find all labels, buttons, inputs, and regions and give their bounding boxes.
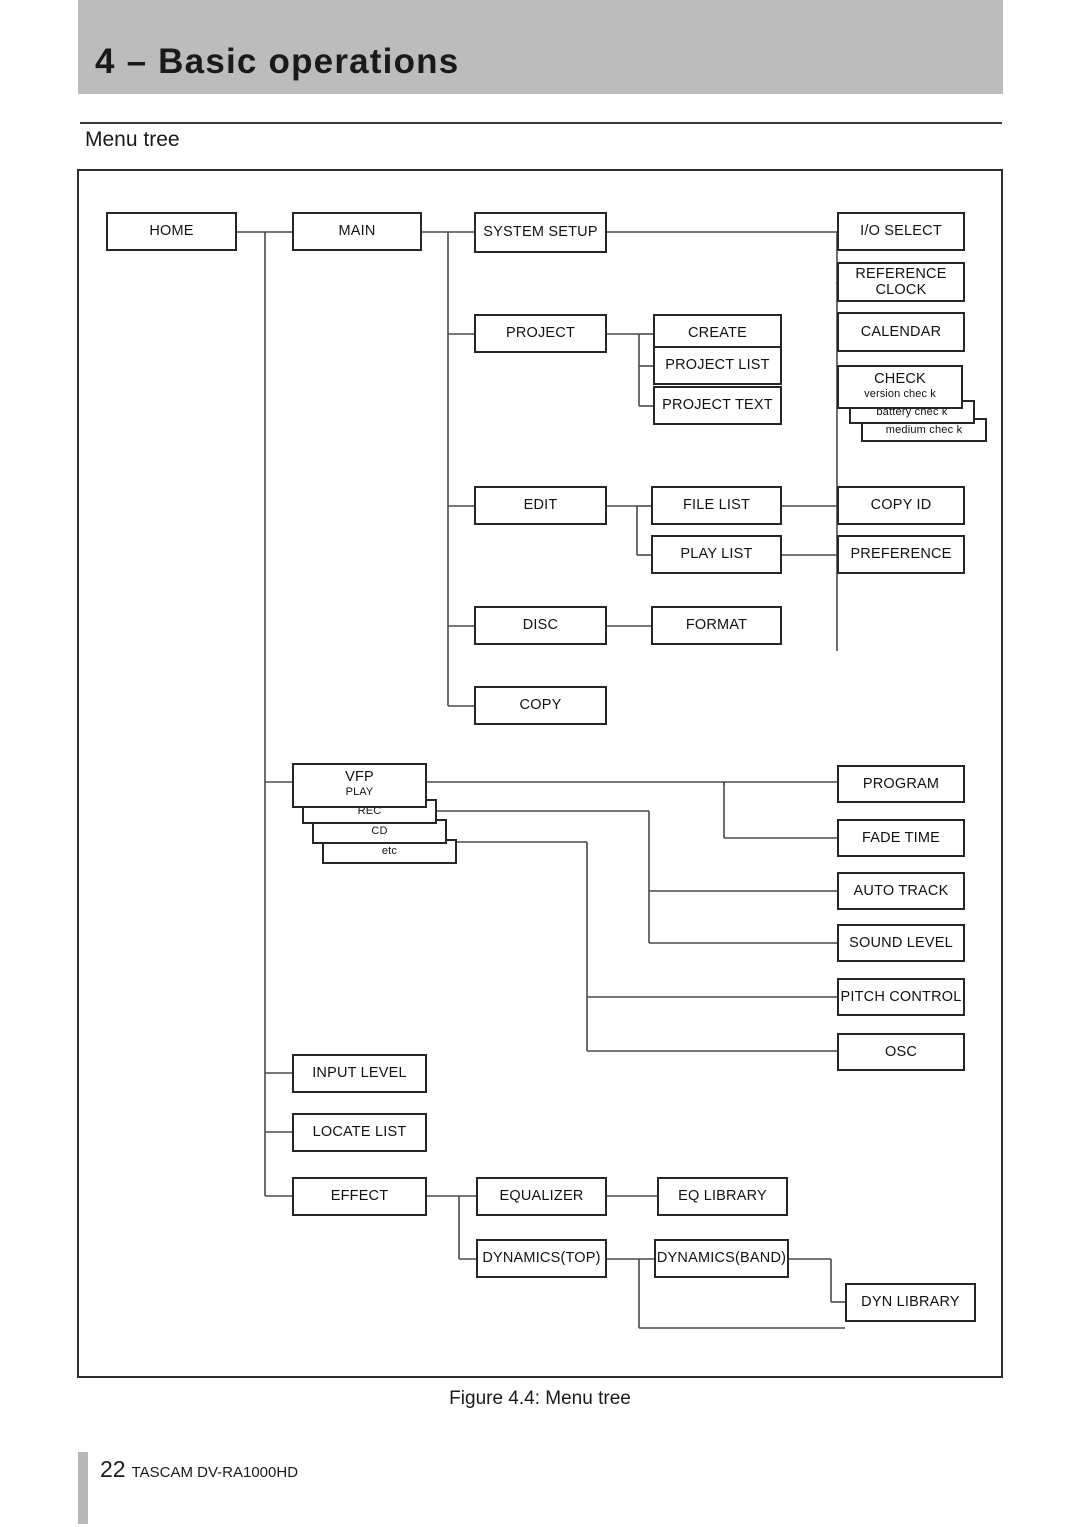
node-osc[interactable]: OSC xyxy=(837,1033,965,1071)
node-calendar[interactable]: CALENDAR xyxy=(837,312,965,352)
section-divider-rule xyxy=(80,122,1002,124)
section-heading: Menu tree xyxy=(85,128,180,151)
node-format[interactable]: FORMAT xyxy=(651,606,782,645)
node-check-version: version chec k xyxy=(864,388,936,401)
node-vfp-label: VFP xyxy=(345,769,374,785)
node-input-level[interactable]: INPUT LEVEL xyxy=(292,1054,427,1093)
figure-caption: Figure 4.4: Menu tree xyxy=(449,1388,631,1409)
node-project[interactable]: PROJECT xyxy=(474,314,607,353)
node-play-list[interactable]: PLAY LIST xyxy=(651,535,782,574)
node-project-list[interactable]: PROJECT LIST xyxy=(653,346,782,385)
node-preference[interactable]: PREFERENCE xyxy=(837,535,965,574)
node-main[interactable]: MAIN xyxy=(292,212,422,251)
node-dynamics-top[interactable]: DYNAMICS(TOP) xyxy=(476,1239,607,1278)
node-locate-list[interactable]: LOCATE LIST xyxy=(292,1113,427,1152)
node-check-label: CHECK xyxy=(874,371,926,387)
node-equalizer[interactable]: EQUALIZER xyxy=(476,1177,607,1216)
node-effect[interactable]: EFFECT xyxy=(292,1177,427,1216)
figure-frame: HOME MAIN SYSTEM SETUP PROJECT EDIT DISC… xyxy=(77,169,1003,1378)
node-pitch-control[interactable]: PITCH CONTROL xyxy=(837,978,965,1016)
node-copy[interactable]: COPY xyxy=(474,686,607,725)
node-vfp[interactable]: VFP PLAY xyxy=(292,763,427,808)
node-reference-clock[interactable]: REFERENCE CLOCK xyxy=(837,262,965,302)
node-file-list[interactable]: FILE LIST xyxy=(651,486,782,525)
node-program[interactable]: PROGRAM xyxy=(837,765,965,803)
node-dynamics-band[interactable]: DYNAMICS(BAND) xyxy=(654,1239,789,1278)
node-io-select[interactable]: I/O SELECT xyxy=(837,212,965,251)
chapter-title: 4 – Basic operations xyxy=(95,42,460,81)
node-system-setup[interactable]: SYSTEM SETUP xyxy=(474,212,607,253)
node-auto-track[interactable]: AUTO TRACK xyxy=(837,872,965,910)
footer-page-number: 22 xyxy=(100,1456,126,1482)
node-disc[interactable]: DISC xyxy=(474,606,607,645)
footer: 22 TASCAM DV-RA1000HD xyxy=(100,1456,298,1483)
node-fade-time[interactable]: FADE TIME xyxy=(837,819,965,857)
node-edit[interactable]: EDIT xyxy=(474,486,607,525)
node-eq-library[interactable]: EQ LIBRARY xyxy=(657,1177,788,1216)
node-sound-level[interactable]: SOUND LEVEL xyxy=(837,924,965,962)
node-dyn-library[interactable]: DYN LIBRARY xyxy=(845,1283,976,1322)
node-copy-id[interactable]: COPY ID xyxy=(837,486,965,525)
node-project-text[interactable]: PROJECT TEXT xyxy=(653,386,782,425)
footer-model-name: TASCAM DV-RA1000HD xyxy=(131,1464,299,1481)
node-check[interactable]: CHECK version chec k xyxy=(837,365,963,409)
node-home[interactable]: HOME xyxy=(106,212,237,251)
node-vfp-play: PLAY xyxy=(345,786,374,799)
footer-accent-bar xyxy=(78,1452,88,1524)
